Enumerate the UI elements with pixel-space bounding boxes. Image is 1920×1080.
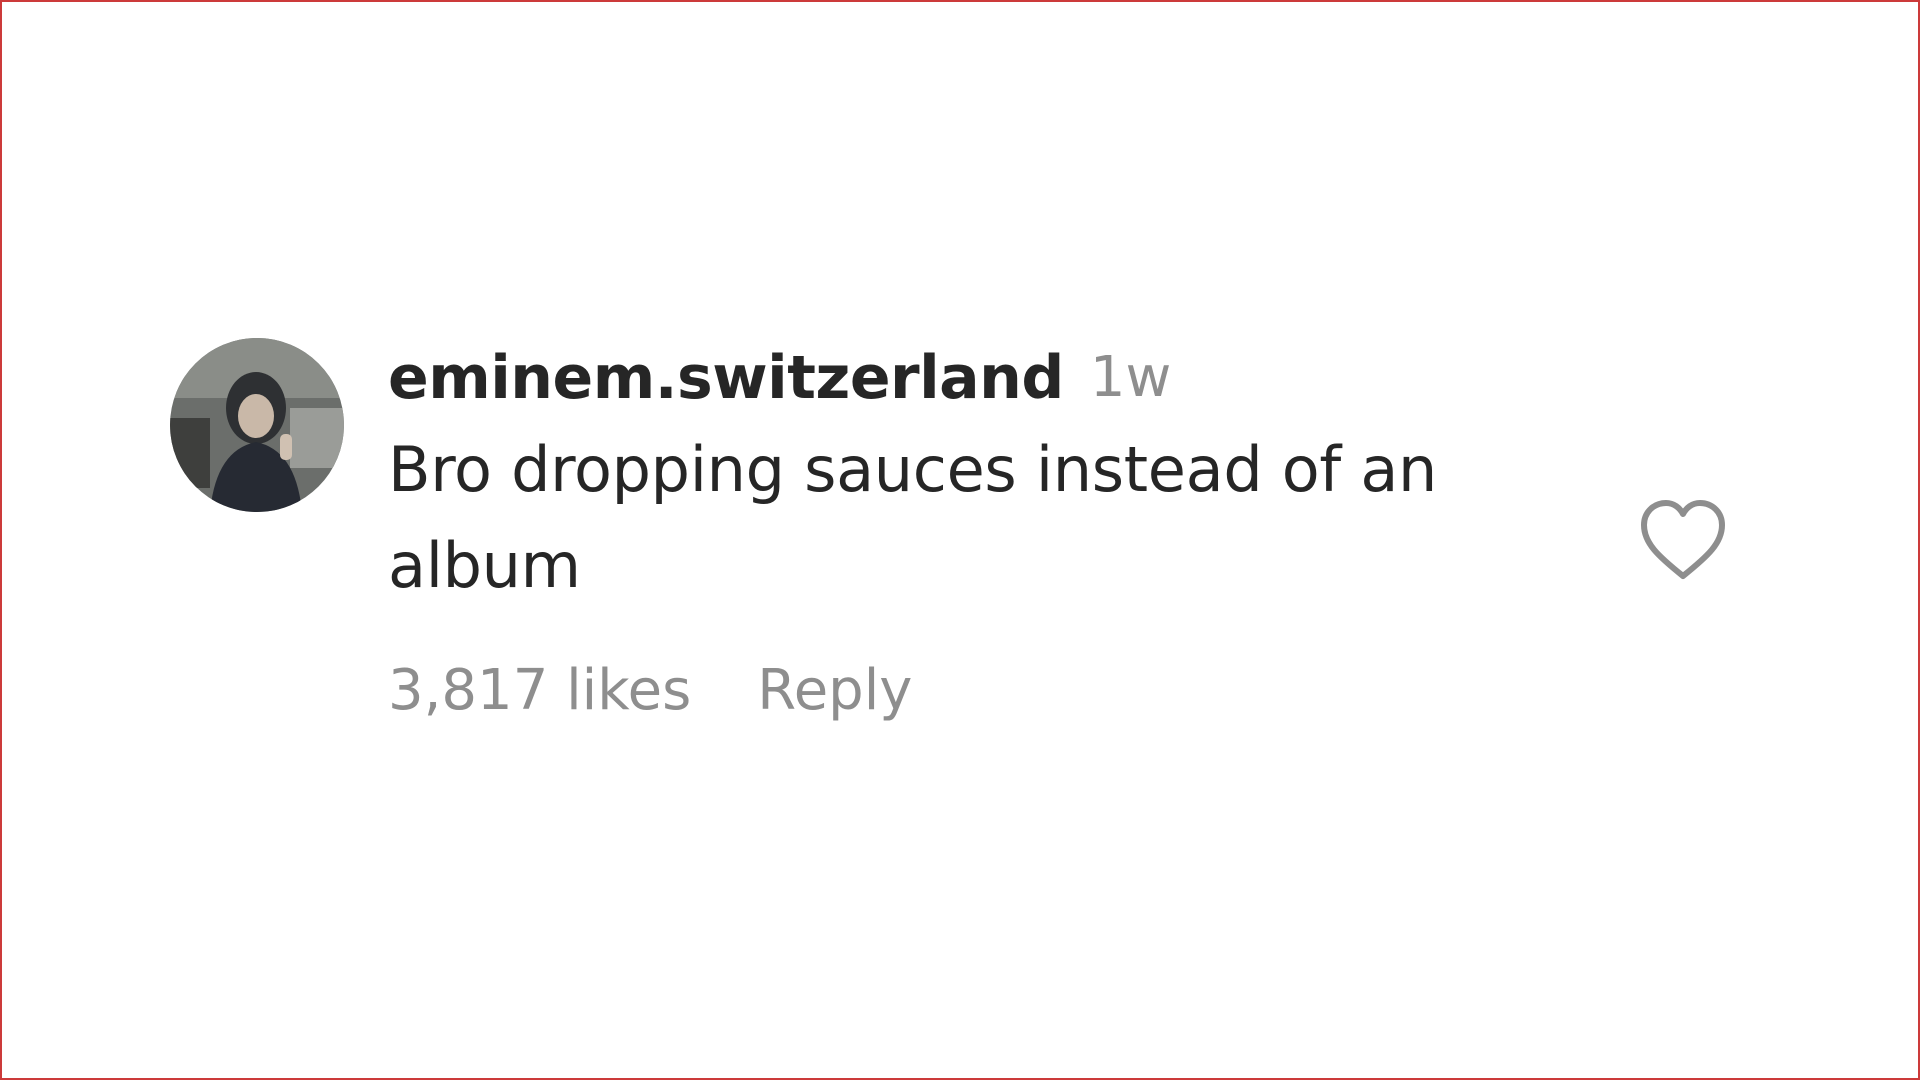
likes-count[interactable]: 3,817 likes (388, 658, 691, 723)
screenshot-frame: eminem.switzerland 1w Bro dropping sauce… (0, 0, 1920, 1080)
comment-timestamp[interactable]: 1w (1090, 350, 1171, 406)
username-link[interactable]: eminem.switzerland (388, 348, 1064, 408)
comment-body: eminem.switzerland 1w Bro dropping sauce… (388, 338, 1528, 723)
avatar[interactable] (170, 338, 344, 512)
comment-header: eminem.switzerland 1w (388, 338, 1528, 418)
avatar-photo (170, 338, 344, 512)
like-button[interactable] (1638, 498, 1728, 582)
heart-outline-icon (1641, 500, 1725, 579)
reply-button[interactable]: Reply (757, 658, 912, 723)
comment-text: Bro dropping sauces instead of an album (388, 433, 1438, 602)
comment-actions: 3,817 likes Reply (388, 658, 1528, 723)
